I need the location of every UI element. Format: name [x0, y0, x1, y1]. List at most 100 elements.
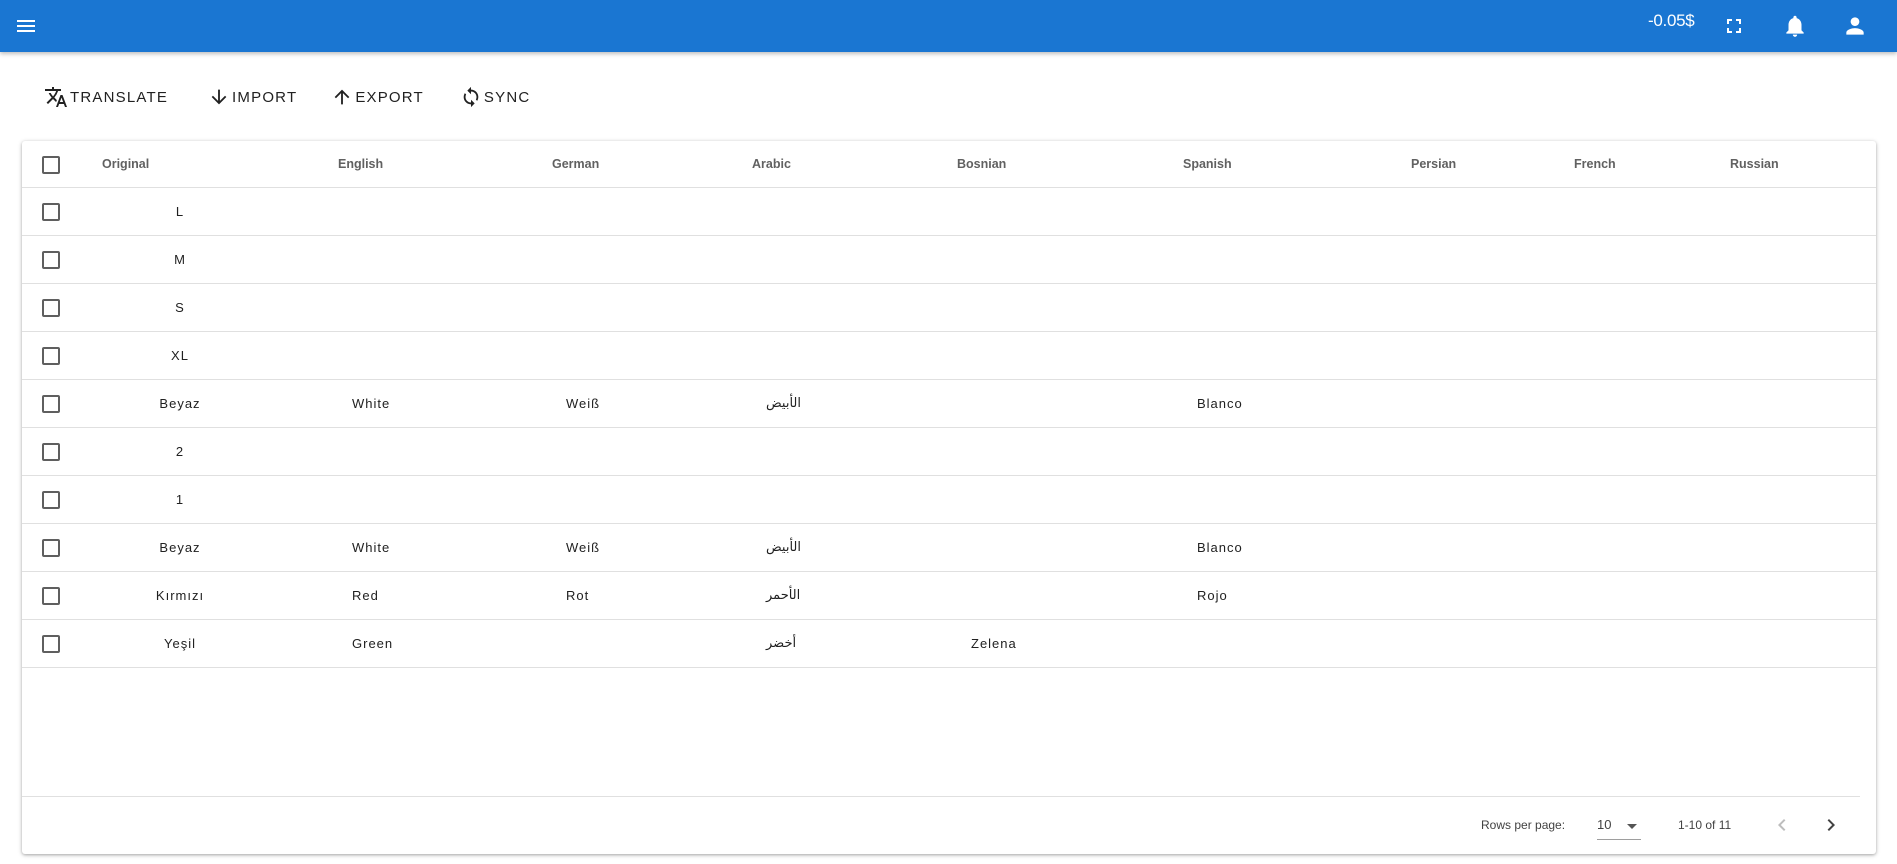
- account-icon[interactable]: [1835, 6, 1875, 46]
- row-checkbox[interactable]: [42, 587, 60, 605]
- cell-spanish[interactable]: [1183, 235, 1411, 284]
- cell-arabic[interactable]: [752, 475, 957, 524]
- cell-russian[interactable]: [1730, 331, 1876, 380]
- cell-original[interactable]: 2: [102, 427, 338, 476]
- table-row[interactable]: Beyaz White Weiß الأبيض Blanco: [22, 523, 1876, 572]
- cell-original[interactable]: Kırmızı: [102, 571, 338, 620]
- cell-original[interactable]: Beyaz: [102, 523, 338, 572]
- cell-russian[interactable]: [1730, 187, 1876, 236]
- cell-russian[interactable]: [1730, 619, 1876, 668]
- select-all-checkbox[interactable]: [42, 156, 60, 174]
- cell-english[interactable]: White: [338, 379, 552, 428]
- table-row[interactable]: 2: [22, 427, 1876, 476]
- cell-french[interactable]: [1574, 235, 1730, 284]
- cell-bosnian[interactable]: [957, 187, 1183, 236]
- cell-french[interactable]: [1574, 283, 1730, 332]
- cell-english[interactable]: [338, 187, 552, 236]
- row-checkbox[interactable]: [42, 443, 60, 461]
- bell-icon[interactable]: [1775, 6, 1815, 46]
- cell-bosnian[interactable]: [957, 571, 1183, 620]
- table-row[interactable]: XL: [22, 331, 1876, 380]
- cell-french[interactable]: [1574, 187, 1730, 236]
- cell-persian[interactable]: [1411, 619, 1574, 668]
- cell-german[interactable]: Weiß: [552, 523, 752, 572]
- cell-english[interactable]: Red: [338, 571, 552, 620]
- cell-persian[interactable]: [1411, 187, 1574, 236]
- cell-german[interactable]: Weiß: [552, 379, 752, 428]
- cell-spanish[interactable]: Blanco: [1183, 379, 1411, 428]
- cell-russian[interactable]: [1730, 379, 1876, 428]
- table-row[interactable]: S: [22, 283, 1876, 332]
- cell-french[interactable]: [1574, 331, 1730, 380]
- next-page-button[interactable]: [1819, 813, 1843, 837]
- column-header-arabic[interactable]: Arabic: [752, 141, 957, 188]
- row-checkbox[interactable]: [42, 491, 60, 509]
- row-checkbox[interactable]: [42, 635, 60, 653]
- cell-arabic[interactable]: [752, 235, 957, 284]
- cell-russian[interactable]: [1730, 235, 1876, 284]
- cell-german[interactable]: [552, 475, 752, 524]
- cell-bosnian[interactable]: [957, 379, 1183, 428]
- cell-arabic[interactable]: [752, 427, 957, 476]
- cell-arabic[interactable]: [752, 331, 957, 380]
- rows-per-page-select[interactable]: 10: [1597, 811, 1641, 840]
- cell-persian[interactable]: [1411, 283, 1574, 332]
- cell-german[interactable]: Rot: [552, 571, 752, 620]
- column-header-spanish[interactable]: Spanish: [1183, 141, 1411, 188]
- table-row[interactable]: M: [22, 235, 1876, 284]
- cell-original[interactable]: Yeşil: [102, 619, 338, 668]
- cell-spanish[interactable]: [1183, 187, 1411, 236]
- cell-english[interactable]: White: [338, 523, 552, 572]
- row-checkbox[interactable]: [42, 299, 60, 317]
- cell-german[interactable]: [552, 619, 752, 668]
- cell-russian[interactable]: [1730, 475, 1876, 524]
- cell-german[interactable]: [552, 187, 752, 236]
- cell-original[interactable]: 1: [102, 475, 338, 524]
- row-checkbox[interactable]: [42, 347, 60, 365]
- cell-original[interactable]: XL: [102, 331, 338, 380]
- import-button[interactable]: IMPORT: [204, 82, 301, 112]
- cell-bosnian[interactable]: [957, 427, 1183, 476]
- cell-original[interactable]: Beyaz: [102, 379, 338, 428]
- cell-arabic[interactable]: الأبيض: [752, 523, 957, 572]
- column-header-bosnian[interactable]: Bosnian: [957, 141, 1183, 188]
- cell-spanish[interactable]: [1183, 331, 1411, 380]
- menu-icon[interactable]: [6, 6, 46, 46]
- cell-russian[interactable]: [1730, 523, 1876, 572]
- cell-persian[interactable]: [1411, 235, 1574, 284]
- cell-arabic[interactable]: [752, 283, 957, 332]
- cell-bosnian[interactable]: [957, 283, 1183, 332]
- cell-french[interactable]: [1574, 475, 1730, 524]
- cell-english[interactable]: Green: [338, 619, 552, 668]
- cell-russian[interactable]: [1730, 283, 1876, 332]
- column-header-english[interactable]: English: [338, 141, 552, 188]
- cell-spanish[interactable]: [1183, 427, 1411, 476]
- column-header-original[interactable]: Original: [102, 141, 338, 188]
- cell-russian[interactable]: [1730, 427, 1876, 476]
- cell-persian[interactable]: [1411, 379, 1574, 428]
- cell-spanish[interactable]: Rojo: [1183, 571, 1411, 620]
- cell-arabic[interactable]: الأحمر: [752, 571, 957, 620]
- column-header-russian[interactable]: Russian: [1730, 141, 1876, 188]
- cell-german[interactable]: [552, 235, 752, 284]
- cell-arabic[interactable]: أخضر: [752, 619, 957, 668]
- table-row[interactable]: 1: [22, 475, 1876, 524]
- cell-english[interactable]: [338, 283, 552, 332]
- row-checkbox[interactable]: [42, 251, 60, 269]
- row-checkbox[interactable]: [42, 395, 60, 413]
- cell-french[interactable]: [1574, 427, 1730, 476]
- cell-persian[interactable]: [1411, 571, 1574, 620]
- table-row[interactable]: Beyaz White Weiß الأبيض Blanco: [22, 379, 1876, 428]
- cell-french[interactable]: [1574, 379, 1730, 428]
- cell-french[interactable]: [1574, 523, 1730, 572]
- cell-spanish[interactable]: [1183, 619, 1411, 668]
- export-button[interactable]: EXPORT: [327, 82, 428, 112]
- cell-arabic[interactable]: [752, 187, 957, 236]
- cell-bosnian[interactable]: [957, 331, 1183, 380]
- column-header-german[interactable]: German: [552, 141, 752, 188]
- cell-english[interactable]: [338, 331, 552, 380]
- cell-russian[interactable]: [1730, 571, 1876, 620]
- cell-original[interactable]: L: [102, 187, 338, 236]
- previous-page-button[interactable]: [1770, 813, 1794, 837]
- cell-bosnian[interactable]: Zelena: [957, 619, 1183, 668]
